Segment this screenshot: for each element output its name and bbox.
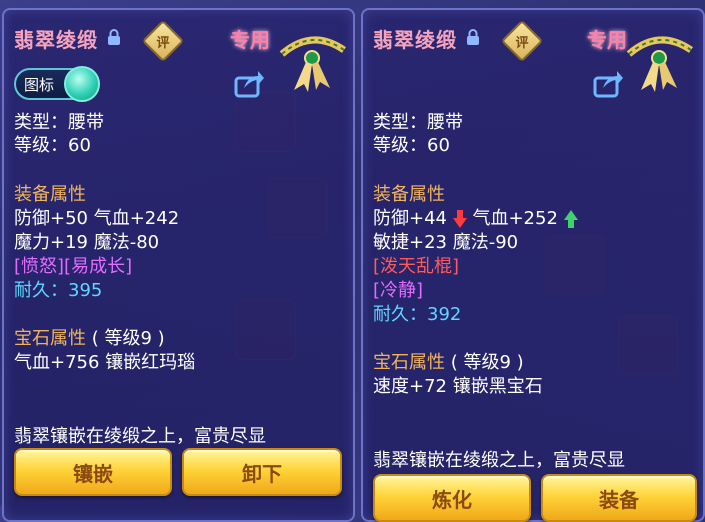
- gem-level: ( 等级9 ): [450, 352, 524, 373]
- item-level: 等级：60: [373, 135, 450, 156]
- gem-level: ( 等级9 ): [91, 328, 165, 349]
- special-skill: [泼天乱棍]: [373, 256, 460, 277]
- lock-icon: [108, 29, 120, 45]
- share-icon[interactable]: [593, 70, 623, 98]
- gem-title: 宝石属性: [14, 328, 86, 349]
- item-title: 翡翠绫缎: [14, 28, 98, 52]
- gem-attributes-title: 宝石属性 ( 等级9 ): [14, 324, 165, 350]
- arrow-up-icon: [563, 210, 578, 228]
- refine-button[interactable]: 炼化: [373, 474, 531, 522]
- icon-toggle[interactable]: 图标: [14, 66, 100, 102]
- special-effect: [冷静]: [373, 280, 424, 301]
- special-effect: [愤怒][易成长]: [14, 256, 133, 277]
- gem-attributes-title: 宝石属性 ( 等级9 ): [373, 348, 524, 374]
- equip-attributes-title: 装备属性: [373, 184, 445, 205]
- stat-line: 防御+50 气血+242: [14, 208, 180, 229]
- inlay-button[interactable]: 镶嵌: [14, 448, 172, 496]
- rate-button[interactable]: 评: [141, 19, 185, 63]
- rate-button-label: 评: [156, 35, 170, 51]
- item-level: 等级：60: [14, 135, 91, 156]
- stat-line-compare: 防御+44 气血+252: [373, 204, 578, 230]
- durability-value: 392: [427, 304, 462, 325]
- durability-value: 395: [68, 280, 103, 301]
- rate-button-label: 评: [515, 35, 529, 51]
- hp-stat: 气血+252: [472, 208, 558, 229]
- rate-button[interactable]: 评: [500, 19, 544, 63]
- belt-item-icon: [626, 36, 693, 92]
- item-description: 翡翠镶嵌在绫缎之上，富贵尽显: [373, 450, 625, 471]
- durability-label: 耐久：: [14, 280, 68, 301]
- durability: 耐久：395: [14, 276, 102, 302]
- share-icon[interactable]: [234, 70, 264, 98]
- belt-item-icon: [279, 36, 346, 92]
- stat-line: 敏捷+23 魔法-90: [373, 232, 519, 253]
- equip-attributes-title: 装备属性: [14, 184, 86, 205]
- unload-button[interactable]: 卸下: [182, 448, 342, 496]
- gem-title: 宝石属性: [373, 352, 445, 373]
- arrow-down-icon: [452, 210, 467, 228]
- lock-icon: [467, 29, 479, 45]
- item-tooltip-equipped: 翡翠绫缎 评 专用 图标 类型：腰带 等级：60 装备属性 防御+50 气血+2…: [2, 8, 355, 522]
- toggle-knob: [64, 66, 100, 102]
- defense-stat: 防御+44: [373, 208, 447, 229]
- durability-label: 耐久：: [373, 304, 427, 325]
- item-title: 翡翠绫缎: [373, 28, 457, 52]
- icon-toggle-label: 图标: [24, 76, 55, 94]
- equip-button[interactable]: 装备: [541, 474, 697, 522]
- gem-line: 速度+72 镶嵌黑宝石: [373, 376, 543, 397]
- exclusive-label: 专用: [230, 28, 270, 52]
- durability: 耐久：392: [373, 300, 461, 326]
- gem-line: 气血+756 镶嵌红玛瑙: [14, 352, 196, 373]
- item-tooltip-bag: 翡翠绫缎 评 专用 类型：腰带 等级：60 装备属性 防御+44 气血+252 …: [361, 8, 705, 522]
- item-description: 翡翠镶嵌在绫缎之上，富贵尽显: [14, 426, 266, 447]
- stat-line: 魔力+19 魔法-80: [14, 232, 160, 253]
- exclusive-label: 专用: [587, 28, 627, 52]
